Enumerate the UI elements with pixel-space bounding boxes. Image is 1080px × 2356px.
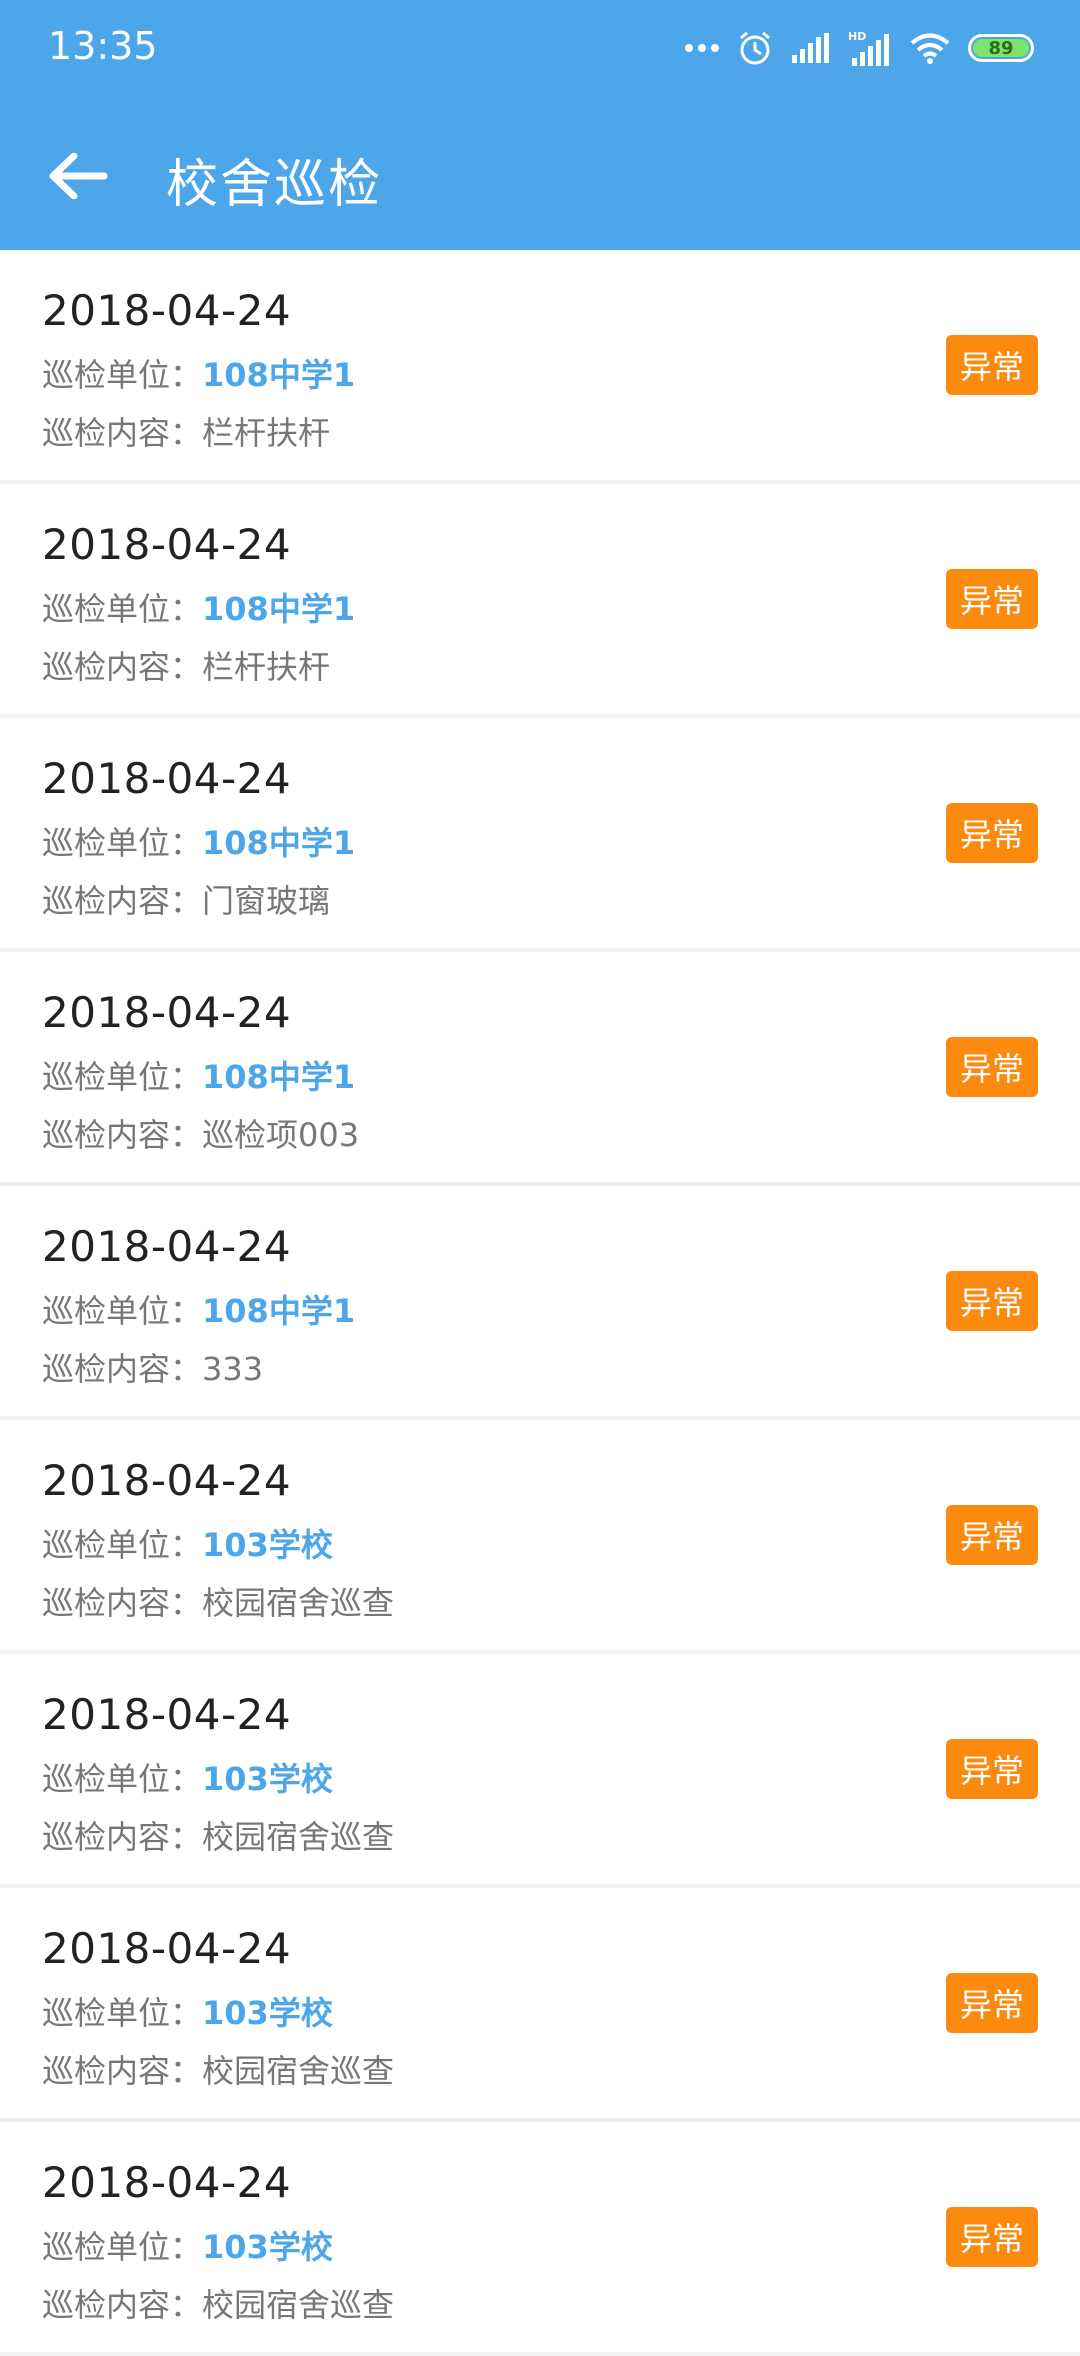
status-time: 13:35 — [48, 24, 158, 68]
content-value: 巡检项003 — [202, 1116, 360, 1154]
list-item[interactable]: 2018-04-24 巡检单位：103学校 巡检内容：校园宿舍巡查 异常 — [0, 2122, 1080, 2352]
content-value: 校园宿舍巡查 — [202, 2052, 395, 2090]
status-badge: 异常 — [946, 2207, 1038, 2267]
list-item[interactable]: 2018-04-24 巡检单位：103学校 巡检内容：校园宿舍巡查 异常 — [0, 1654, 1080, 1884]
item-unit-line: 巡检单位：108中学1 — [42, 584, 355, 630]
unit-label: 巡检单位： — [42, 590, 203, 628]
list-item[interactable]: 2018-04-24 巡检单位：108中学1 巡检内容：栏杆扶杆 异常 — [0, 484, 1080, 714]
list-item[interactable]: 2018-04-24 巡检单位：108中学1 巡检内容：门窗玻璃 异常 — [0, 718, 1080, 948]
unit-label: 巡检单位： — [42, 1994, 203, 2032]
item-date: 2018-04-24 — [42, 988, 292, 1037]
unit-label: 巡检单位： — [42, 1058, 203, 1096]
unit-value: 103学校 — [202, 1994, 333, 2032]
arrow-left-icon — [48, 152, 108, 203]
content-label: 巡检内容： — [42, 1584, 203, 1622]
status-badge: 异常 — [946, 1739, 1038, 1799]
unit-label: 巡检单位： — [42, 1526, 203, 1564]
content-label: 巡检内容： — [42, 648, 203, 686]
content-label: 巡检内容： — [42, 2052, 203, 2090]
svg-text:HD: HD — [848, 30, 866, 43]
header: 13:35 HD 89 校舍巡检 — [0, 0, 1080, 250]
list-item[interactable]: 2018-04-24 巡检单位：103学校 巡检内容：校园宿舍巡查 异常 — [0, 1888, 1080, 2118]
back-button[interactable] — [30, 130, 126, 226]
item-date: 2018-04-24 — [42, 1690, 292, 1739]
battery-icon: 89 — [968, 34, 1034, 62]
item-content-line: 巡检内容：333 — [42, 1344, 263, 1390]
status-badge: 异常 — [946, 335, 1038, 395]
content-label: 巡检内容： — [42, 414, 203, 452]
unit-label: 巡检单位： — [42, 1292, 203, 1330]
item-unit-line: 巡检单位：108中学1 — [42, 350, 355, 396]
list-item[interactable]: 2018-04-24 巡检单位：103学校 巡检内容：校园宿舍巡查 异常 — [0, 1420, 1080, 1650]
app-bar: 校舍巡检 — [0, 100, 1080, 250]
content-label: 巡检内容： — [42, 882, 203, 920]
signal-icon — [790, 33, 830, 63]
unit-value: 108中学1 — [202, 824, 356, 862]
item-date: 2018-04-24 — [42, 754, 292, 803]
content-label: 巡检内容： — [42, 2286, 203, 2324]
content-label: 巡检内容： — [42, 1116, 203, 1154]
item-content-line: 巡检内容：校园宿舍巡查 — [42, 2046, 394, 2092]
item-content-line: 巡检内容：栏杆扶杆 — [42, 408, 330, 454]
unit-value: 103学校 — [202, 1760, 333, 1798]
item-unit-line: 巡检单位：108中学1 — [42, 818, 355, 864]
unit-value: 108中学1 — [202, 1058, 356, 1096]
status-badge: 异常 — [946, 1037, 1038, 1097]
item-content-line: 巡检内容：巡检项003 — [42, 1110, 359, 1156]
inspection-list: 2018-04-24 巡检单位：108中学1 巡检内容：栏杆扶杆 异常 2018… — [0, 250, 1080, 2356]
item-date: 2018-04-24 — [42, 286, 292, 335]
item-date: 2018-04-24 — [42, 1456, 292, 1505]
item-unit-line: 巡检单位：108中学1 — [42, 1052, 355, 1098]
item-unit-line: 巡检单位：103学校 — [42, 1520, 333, 1566]
status-badge: 异常 — [946, 569, 1038, 629]
content-value: 栏杆扶杆 — [202, 648, 331, 686]
item-content-line: 巡检内容：校园宿舍巡查 — [42, 2280, 394, 2326]
page-title: 校舍巡检 — [166, 155, 383, 215]
item-unit-line: 巡检单位：108中学1 — [42, 1286, 355, 1332]
item-date: 2018-04-24 — [42, 520, 292, 569]
item-content-line: 巡检内容：栏杆扶杆 — [42, 642, 330, 688]
unit-value: 103学校 — [202, 2228, 333, 2266]
hd-signal-icon: HD — [848, 30, 892, 66]
list-item[interactable]: 2018-04-24 巡检单位：108中学1 巡检内容：栏杆扶杆 异常 — [0, 250, 1080, 480]
unit-value: 108中学1 — [202, 590, 356, 628]
unit-label: 巡检单位： — [42, 824, 203, 862]
unit-value: 108中学1 — [202, 1292, 356, 1330]
alarm-icon — [738, 30, 772, 66]
content-value: 校园宿舍巡查 — [202, 1584, 395, 1622]
content-value: 校园宿舍巡查 — [202, 2286, 395, 2324]
unit-label: 巡检单位： — [42, 2228, 203, 2266]
status-icons: HD 89 — [684, 26, 1034, 70]
unit-value: 103学校 — [202, 1526, 333, 1564]
item-date: 2018-04-24 — [42, 1924, 292, 1973]
list-item[interactable]: 2018-04-24 巡检单位：108中学1 巡检内容：333 异常 — [0, 1186, 1080, 1416]
content-value: 栏杆扶杆 — [202, 414, 331, 452]
item-unit-line: 巡检单位：103学校 — [42, 1988, 333, 2034]
item-date: 2018-04-24 — [42, 1222, 292, 1271]
list-item[interactable]: 2018-04-24 巡检单位：108中学1 巡检内容：巡检项003 异常 — [0, 952, 1080, 1182]
status-bar: 13:35 HD 89 — [0, 0, 1080, 100]
content-value: 333 — [202, 1350, 264, 1388]
wifi-icon — [910, 32, 950, 64]
battery-level: 89 — [973, 38, 1029, 59]
item-date: 2018-04-24 — [42, 2158, 292, 2207]
item-content-line: 巡检内容：校园宿舍巡查 — [42, 1578, 394, 1624]
content-value: 门窗玻璃 — [202, 882, 331, 920]
item-unit-line: 巡检单位：103学校 — [42, 1754, 333, 1800]
content-value: 校园宿舍巡查 — [202, 1818, 395, 1856]
item-unit-line: 巡检单位：103学校 — [42, 2222, 333, 2268]
status-badge: 异常 — [946, 803, 1038, 863]
status-badge: 异常 — [946, 1271, 1038, 1331]
item-content-line: 巡检内容：门窗玻璃 — [42, 876, 330, 922]
unit-value: 108中学1 — [202, 356, 356, 394]
content-label: 巡检内容： — [42, 1818, 203, 1856]
status-badge: 异常 — [946, 1973, 1038, 2033]
unit-label: 巡检单位： — [42, 1760, 203, 1798]
item-content-line: 巡检内容：校园宿舍巡查 — [42, 1812, 394, 1858]
more-dots-icon — [684, 43, 720, 53]
status-badge: 异常 — [946, 1505, 1038, 1565]
unit-label: 巡检单位： — [42, 356, 203, 394]
content-label: 巡检内容： — [42, 1350, 203, 1388]
